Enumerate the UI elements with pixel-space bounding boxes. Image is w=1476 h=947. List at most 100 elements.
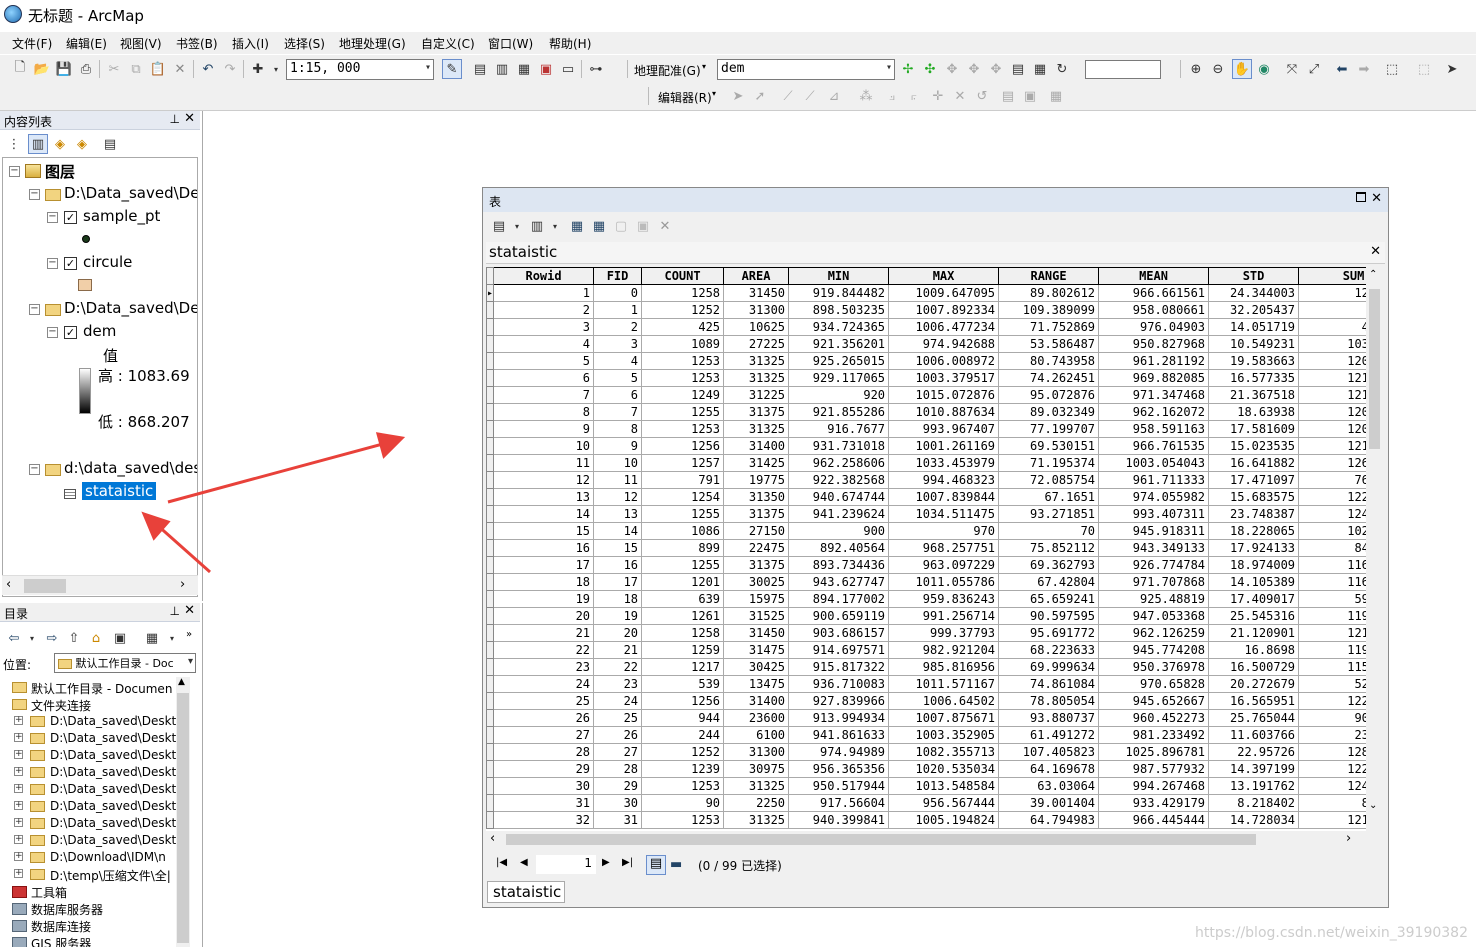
table-cell[interactable]: 20.272679 (1208, 675, 1300, 693)
table-cell[interactable]: 903.686157 (788, 624, 890, 642)
table-cell[interactable]: 981.233492 (1098, 726, 1210, 744)
catalog-item[interactable]: + D:\Data_saved\Deskt (0, 832, 176, 849)
table-cell[interactable]: 591386. (1298, 590, 1366, 608)
table-cell[interactable]: 2250 (723, 794, 790, 812)
table-cell[interactable]: 64.794983 (998, 811, 1100, 829)
related-tables-icon[interactable]: ▥ (529, 218, 545, 234)
table-row[interactable]: ▸ 1 0 1258 31450 919.844482 1009.647095 89.8026… (486, 284, 1366, 302)
paste-icon[interactable]: 📋 (150, 61, 166, 77)
table-cell[interactable]: 77.199707 (998, 420, 1100, 438)
collapse-icon[interactable]: − (47, 327, 58, 338)
table-cell[interactable]: 1163102. (1298, 556, 1366, 574)
table-cell[interactable]: 31375 (723, 505, 790, 523)
table-cell[interactable]: 425 (641, 318, 725, 336)
fixed-zoom-out-icon[interactable]: ⤢ (1306, 61, 1322, 77)
table-cell[interactable]: 26 (593, 726, 643, 744)
toc-options-icon[interactable]: ▤ (102, 136, 118, 152)
redo-icon[interactable]: ↷ (222, 61, 238, 77)
table-cell[interactable]: 72.085754 (998, 471, 1100, 489)
table-cell[interactable]: 970 (888, 522, 1000, 540)
table-cell[interactable]: 1253 (641, 420, 725, 438)
table-cell[interactable]: 1207513. (1298, 403, 1366, 421)
scroll-up-icon[interactable]: ▲ (178, 677, 185, 687)
editor-menu[interactable]: 编辑器(R) (658, 89, 712, 106)
table-cell[interactable]: 25 (593, 709, 643, 727)
table-cell[interactable]: 1213212. (1298, 386, 1366, 404)
table-cell[interactable]: 974.942688 (888, 335, 1000, 353)
table-cell[interactable]: 23.748387 (1208, 505, 1300, 523)
table-row[interactable]: 3 2 425 10625 934.724365 1006.477234 71.752869… (486, 318, 1366, 336)
table-cell[interactable]: 1006.477234 (888, 318, 1000, 336)
table-cell[interactable]: 1011.055786 (888, 573, 1000, 591)
table-cell[interactable]: 926.774784 (1098, 556, 1210, 574)
table-row[interactable]: 8 7 1255 31375 921.855286 1010.887634 89.03234… (486, 403, 1366, 421)
table-cell[interactable]: 941.239624 (788, 505, 890, 523)
table-cell[interactable]: 31300 (723, 743, 790, 761)
table-cell[interactable]: 1259 (641, 641, 725, 659)
row-selector[interactable] (486, 726, 495, 744)
row-selector[interactable] (486, 794, 495, 812)
layer-circule[interactable]: circule (83, 253, 132, 271)
table-cell[interactable]: 27 (493, 726, 595, 744)
table-cell[interactable]: 919.844482 (788, 284, 890, 302)
table-cell[interactable]: 32.205437 (1208, 301, 1300, 319)
scroll-thumb[interactable] (177, 693, 189, 943)
edit-tool-icon[interactable]: ➤ (730, 88, 746, 104)
table-cell[interactable]: 970.65828 (1098, 675, 1210, 693)
edit-annotation-icon[interactable]: ➚ (752, 88, 768, 104)
table-cell[interactable]: 982.921204 (888, 641, 1000, 659)
table-cell[interactable]: 1006.008972 (888, 352, 1000, 370)
table-cell[interactable]: 89.032349 (998, 403, 1100, 421)
table-row[interactable]: 4 3 1089 27225 921.356201 974.942688 53.586487… (486, 335, 1366, 353)
rotation-input[interactable] (1085, 60, 1161, 79)
table-cell[interactable]: 75.852112 (998, 539, 1100, 557)
menu-file[interactable]: 文件(F) (12, 35, 52, 52)
table-cell[interactable]: 21 (493, 624, 595, 642)
list-by-selection-icon[interactable]: ◈ (74, 136, 90, 152)
table-cell[interactable]: 31325 (723, 811, 790, 829)
table-cell[interactable]: 7 (493, 386, 595, 404)
table-cell[interactable]: 39.001404 (998, 794, 1100, 812)
collapse-icon[interactable]: − (9, 166, 20, 177)
show-selected-records-icon[interactable]: ▬ (670, 857, 686, 872)
catalog-item[interactable]: + D:\Data_saved\Deskt (0, 798, 176, 815)
table-cell[interactable]: 9 (593, 437, 643, 455)
table-cell[interactable]: 20 (593, 624, 643, 642)
row-selector[interactable] (486, 539, 495, 557)
table-cell[interactable]: 15975 (723, 590, 790, 608)
table-cell[interactable]: 93.880737 (998, 709, 1100, 727)
row-selector[interactable] (486, 386, 495, 404)
new-document-icon[interactable]: 🗋 (12, 60, 28, 77)
table-cell[interactable]: 71.752869 (998, 318, 1100, 336)
table-cell[interactable]: 1 (593, 301, 643, 319)
table-cell[interactable]: 14.105389 (1208, 573, 1300, 591)
table-cell[interactable]: 1249 (641, 386, 725, 404)
table-cell[interactable]: 1223609. (1298, 760, 1366, 778)
table-row[interactable]: 24 23 539 13475 936.710083 1011.571167 74.8610… (486, 675, 1366, 693)
row-selector[interactable] (486, 590, 495, 608)
georef-layer-combo[interactable]: dem ▾ (717, 59, 895, 80)
table-cell[interactable]: 13 (493, 488, 595, 506)
table-cell[interactable]: 1253 (641, 777, 725, 795)
row-selector[interactable] (486, 522, 495, 540)
catalog-item[interactable]: 文件夹连接 (0, 696, 176, 713)
catalog-item[interactable]: + D:\Data_saved\Deskt (0, 730, 176, 747)
layer-dem[interactable]: dem (83, 322, 116, 340)
menu-geoprocessing[interactable]: 地理处理(G) (339, 35, 406, 52)
table-cell[interactable]: 1214252. (1298, 437, 1366, 455)
table-cell[interactable]: 24.344003 (1208, 284, 1300, 302)
table-cell[interactable]: 80.743958 (998, 352, 1100, 370)
table-cell[interactable]: 1217 (641, 658, 725, 676)
model-builder-icon[interactable]: ⊶ (588, 61, 604, 77)
column-header[interactable]: COUNT (641, 267, 725, 285)
table-row[interactable]: 10 9 1256 31400 931.731018 1001.261169 69.5301… (486, 437, 1366, 455)
table-cell[interactable]: 1015.072876 (888, 386, 1000, 404)
close-icon[interactable]: ✕ (184, 603, 195, 618)
table-options-dropdown-icon[interactable]: ▾ (509, 218, 525, 234)
table-cell[interactable]: 925.265015 (788, 352, 890, 370)
table-cell[interactable]: 0 (593, 284, 643, 302)
split-icon[interactable]: ✛ (930, 88, 946, 104)
table-cell[interactable]: 25 (493, 692, 595, 710)
forward-icon[interactable]: ⇨ (44, 630, 60, 646)
table-cell[interactable]: 1082.355713 (888, 743, 1000, 761)
